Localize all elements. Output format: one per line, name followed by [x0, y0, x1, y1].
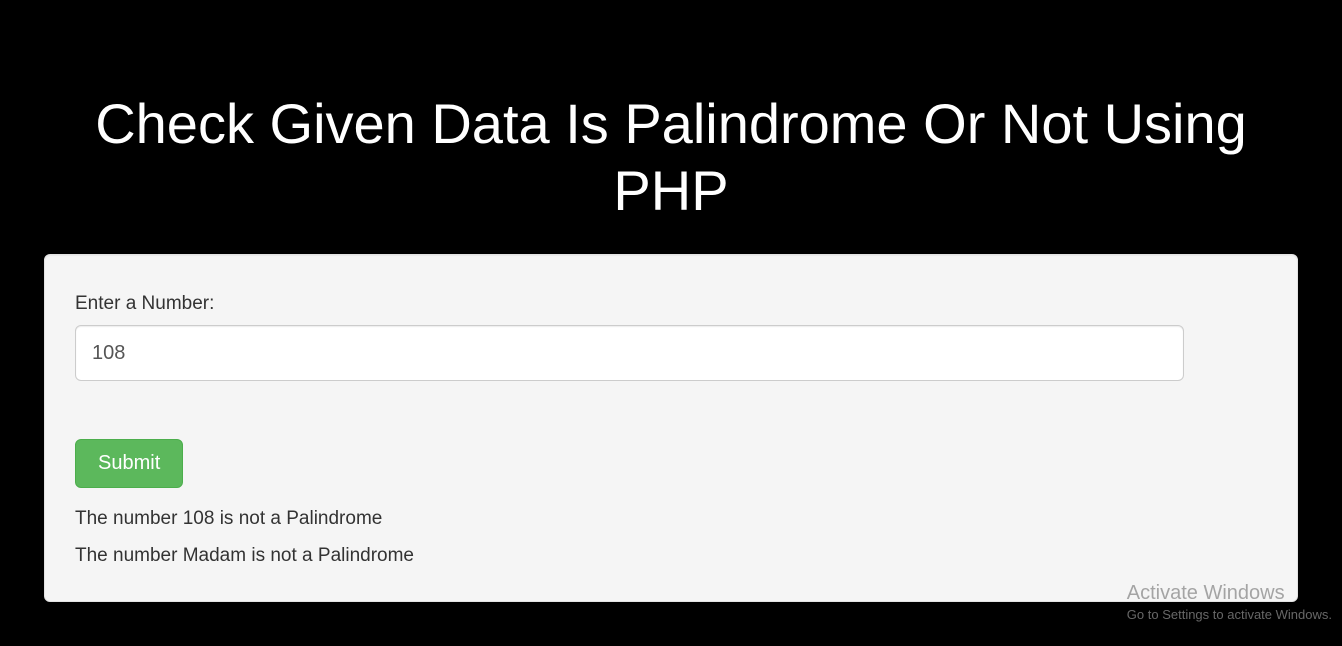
number-input[interactable] [75, 325, 1184, 381]
watermark-subtitle: Go to Settings to activate Windows. [1127, 607, 1332, 622]
windows-watermark: Activate Windows Go to Settings to activ… [1127, 582, 1332, 622]
submit-button[interactable]: Submit [75, 439, 183, 488]
number-label: Enter a Number: [75, 293, 1267, 315]
form-panel: Enter a Number: Submit The number 108 is… [44, 254, 1298, 602]
watermark-title: Activate Windows [1127, 582, 1332, 605]
page-title: Check Given Data Is Palindrome Or Not Us… [0, 0, 1342, 254]
result-line-1: The number 108 is not a Palindrome [75, 504, 1267, 534]
result-line-2: The number Madam is not a Palindrome [75, 541, 1267, 571]
form-group: Enter a Number: [75, 293, 1267, 381]
